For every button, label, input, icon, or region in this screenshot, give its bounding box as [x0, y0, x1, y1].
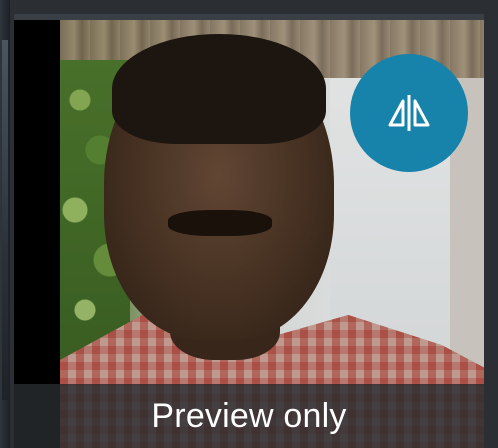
video-preview-screen: Preview only [0, 0, 498, 448]
mirror-flip-icon [386, 93, 432, 133]
preview-only-label: Preview only [151, 396, 347, 435]
preview-caption-bar: Preview only [14, 384, 484, 448]
camera-preview: Preview only [14, 14, 484, 448]
flip-camera-button[interactable] [350, 54, 468, 172]
adjacent-panel-edge [0, 0, 10, 448]
